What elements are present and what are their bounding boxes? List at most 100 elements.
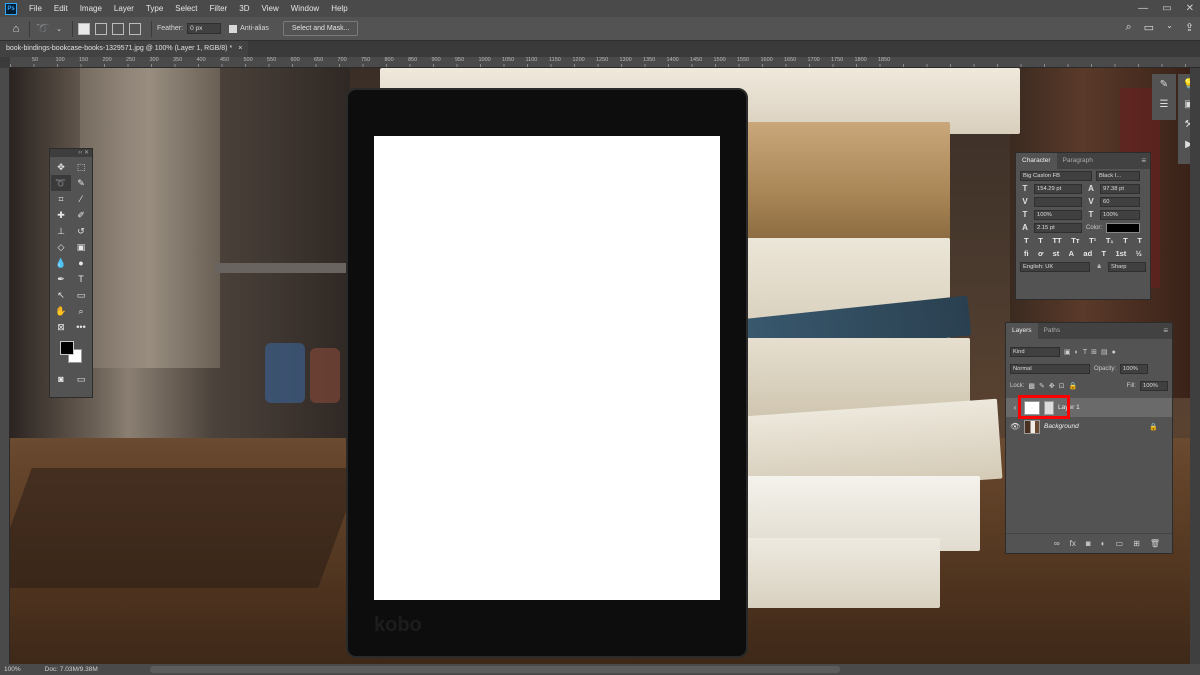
underline-button[interactable]: T [1123, 236, 1128, 245]
contextual-button[interactable]: T [1102, 249, 1107, 258]
minimize-icon[interactable]: — [1138, 3, 1148, 14]
intersect-selection-button[interactable] [129, 22, 141, 35]
zoom-tool-icon[interactable]: ⌕ [71, 303, 91, 319]
zoom-level[interactable]: 100% [4, 666, 21, 673]
quick-select-tool-icon[interactable]: ✎ [71, 175, 91, 191]
type-tool-icon[interactable]: T [71, 271, 91, 287]
faux-italic-button[interactable]: T [1038, 236, 1043, 245]
tab-layers[interactable]: Layers [1006, 323, 1038, 339]
swash-button[interactable]: st [1053, 249, 1060, 258]
horizontal-scale-input[interactable]: 100% [1100, 209, 1140, 220]
font-size-input[interactable]: 154.29 pt [1034, 183, 1082, 194]
pen-tool-icon[interactable]: ✒ [51, 271, 71, 287]
menu-edit[interactable]: Edit [48, 0, 74, 17]
trash-icon[interactable]: 🗑 [1150, 539, 1160, 548]
new-selection-button[interactable] [78, 22, 90, 35]
small-caps-button[interactable]: Tт [1071, 236, 1079, 245]
path-select-icon[interactable]: ↖ [51, 287, 71, 303]
superscript-button[interactable]: T¹ [1089, 236, 1096, 245]
layer-row[interactable]: 👁 Background 🔒 [1006, 417, 1172, 436]
adjustments-icon[interactable]: ☰ [1152, 94, 1176, 114]
lock-icons[interactable]: ▩✎✥⊡🔒 [1028, 382, 1081, 390]
artboard-icon[interactable]: ⊠ [51, 319, 71, 335]
screen-mode-icon[interactable]: ▭ [71, 371, 91, 387]
font-family-select[interactable]: Big Caslon FB [1020, 170, 1092, 181]
lasso-tool-icon[interactable]: ➰ [51, 175, 71, 191]
leading-input[interactable]: 97.38 pt [1100, 183, 1140, 194]
tab-close-icon[interactable]: × [238, 41, 242, 57]
stamp-tool-icon[interactable]: ⊥ [51, 223, 71, 239]
tab-paths[interactable]: Paths [1038, 323, 1067, 339]
ligatures-button[interactable]: fi [1024, 249, 1029, 258]
new-group-icon[interactable]: ▭ [1116, 539, 1124, 548]
foreground-color-swatch[interactable] [60, 341, 74, 355]
panel-menu-icon[interactable]: ≡ [1141, 153, 1146, 169]
marquee-tool-icon[interactable]: ⬚ [71, 159, 91, 175]
crop-tool-icon[interactable]: ⌗ [51, 191, 71, 207]
stylistic-alt-button[interactable]: A [1069, 249, 1074, 258]
brush-settings-icon[interactable]: ✎ [1152, 74, 1176, 94]
vertical-ruler[interactable] [0, 68, 10, 664]
hand-tool-icon[interactable]: ✋ [51, 303, 71, 319]
menu-window[interactable]: Window [285, 0, 325, 17]
tab-paragraph[interactable]: Paragraph [1057, 153, 1099, 169]
opacity-input[interactable]: 100% [1120, 363, 1149, 374]
fx-icon[interactable]: fx [1070, 539, 1076, 548]
horizontal-scrollbar[interactable] [150, 666, 840, 673]
baseline-shift-input[interactable]: 2.15 pt [1034, 222, 1082, 233]
close-icon[interactable]: ✕ [1186, 3, 1194, 14]
titling-button[interactable]: ad [1083, 249, 1092, 258]
add-selection-button[interactable] [95, 22, 107, 35]
document-info[interactable]: Doc: 7.03M/9.38M [45, 666, 98, 673]
brush-tool-icon[interactable]: ✐ [71, 207, 91, 223]
layer-filter-select[interactable]: Kind [1010, 346, 1060, 357]
visibility-eye-icon[interactable]: 👁 [1010, 422, 1020, 431]
select-and-mask-button[interactable]: Select and Mask... [282, 21, 359, 36]
tools-panel-header[interactable]: ‹‹ ✕ [50, 149, 92, 157]
subtract-selection-button[interactable] [112, 22, 124, 35]
faux-bold-button[interactable]: T [1024, 236, 1029, 245]
old-style-button[interactable]: ơ [1038, 249, 1043, 258]
menu-3d[interactable]: 3D [233, 0, 255, 17]
dodge-tool-icon[interactable]: ● [71, 255, 91, 271]
text-color-swatch[interactable] [1106, 222, 1141, 233]
blur-tool-icon[interactable]: 💧 [51, 255, 71, 271]
menu-filter[interactable]: Filter [204, 0, 234, 17]
shape-tool-icon[interactable]: ▭ [71, 287, 91, 303]
panel-menu-icon[interactable]: ≡ [1163, 323, 1168, 339]
eraser-tool-icon[interactable]: ◇ [51, 239, 71, 255]
maximize-icon[interactable]: ▭ [1162, 3, 1171, 14]
healing-brush-icon[interactable]: ✚ [51, 207, 71, 223]
fill-input[interactable]: 100% [1140, 380, 1168, 391]
menu-image[interactable]: Image [74, 0, 108, 17]
blend-mode-select[interactable]: Normal [1010, 363, 1090, 374]
menu-type[interactable]: Type [140, 0, 169, 17]
more-tools-icon[interactable]: ••• [71, 319, 91, 335]
fractions-button[interactable]: ½ [1136, 249, 1142, 258]
layer-row[interactable]: ‹ Layer 1 [1006, 395, 1172, 419]
vertical-scrollbar[interactable] [1190, 68, 1200, 664]
move-tool-icon[interactable]: ✥ [51, 159, 71, 175]
feather-input[interactable]: 0 px [187, 23, 222, 34]
all-caps-button[interactable]: TT [1052, 236, 1061, 245]
filter-icons[interactable]: ▣◐T⊞▤● [1064, 348, 1120, 356]
language-select[interactable]: English: UK [1020, 261, 1090, 272]
document-tab[interactable]: book-bindings-bookcase-books-1329571.jpg… [0, 41, 249, 57]
ordinals-button[interactable]: 1st [1115, 249, 1126, 258]
quick-mask-icon[interactable]: ◙ [51, 371, 71, 387]
lasso-tool-icon[interactable]: ➰ [35, 21, 51, 37]
tracking-input[interactable]: 60 [1100, 196, 1140, 207]
workspace-icon[interactable]: ▭ [1144, 21, 1154, 34]
menu-file[interactable]: File [23, 0, 48, 17]
layer-name[interactable]: Background [1044, 423, 1079, 430]
menu-layer[interactable]: Layer [108, 0, 140, 17]
new-layer-icon[interactable]: ⊞ [1133, 539, 1140, 548]
strikethrough-button[interactable]: T [1137, 236, 1142, 245]
kerning-input[interactable] [1034, 196, 1082, 207]
menu-view[interactable]: View [256, 0, 285, 17]
tab-character[interactable]: Character [1016, 153, 1057, 169]
adjustment-layer-icon[interactable]: ◐ [1101, 539, 1106, 548]
vertical-scale-input[interactable]: 100% [1034, 209, 1082, 220]
search-icon[interactable]: ⌕ [1126, 21, 1132, 34]
subscript-button[interactable]: T₁ [1106, 236, 1114, 245]
